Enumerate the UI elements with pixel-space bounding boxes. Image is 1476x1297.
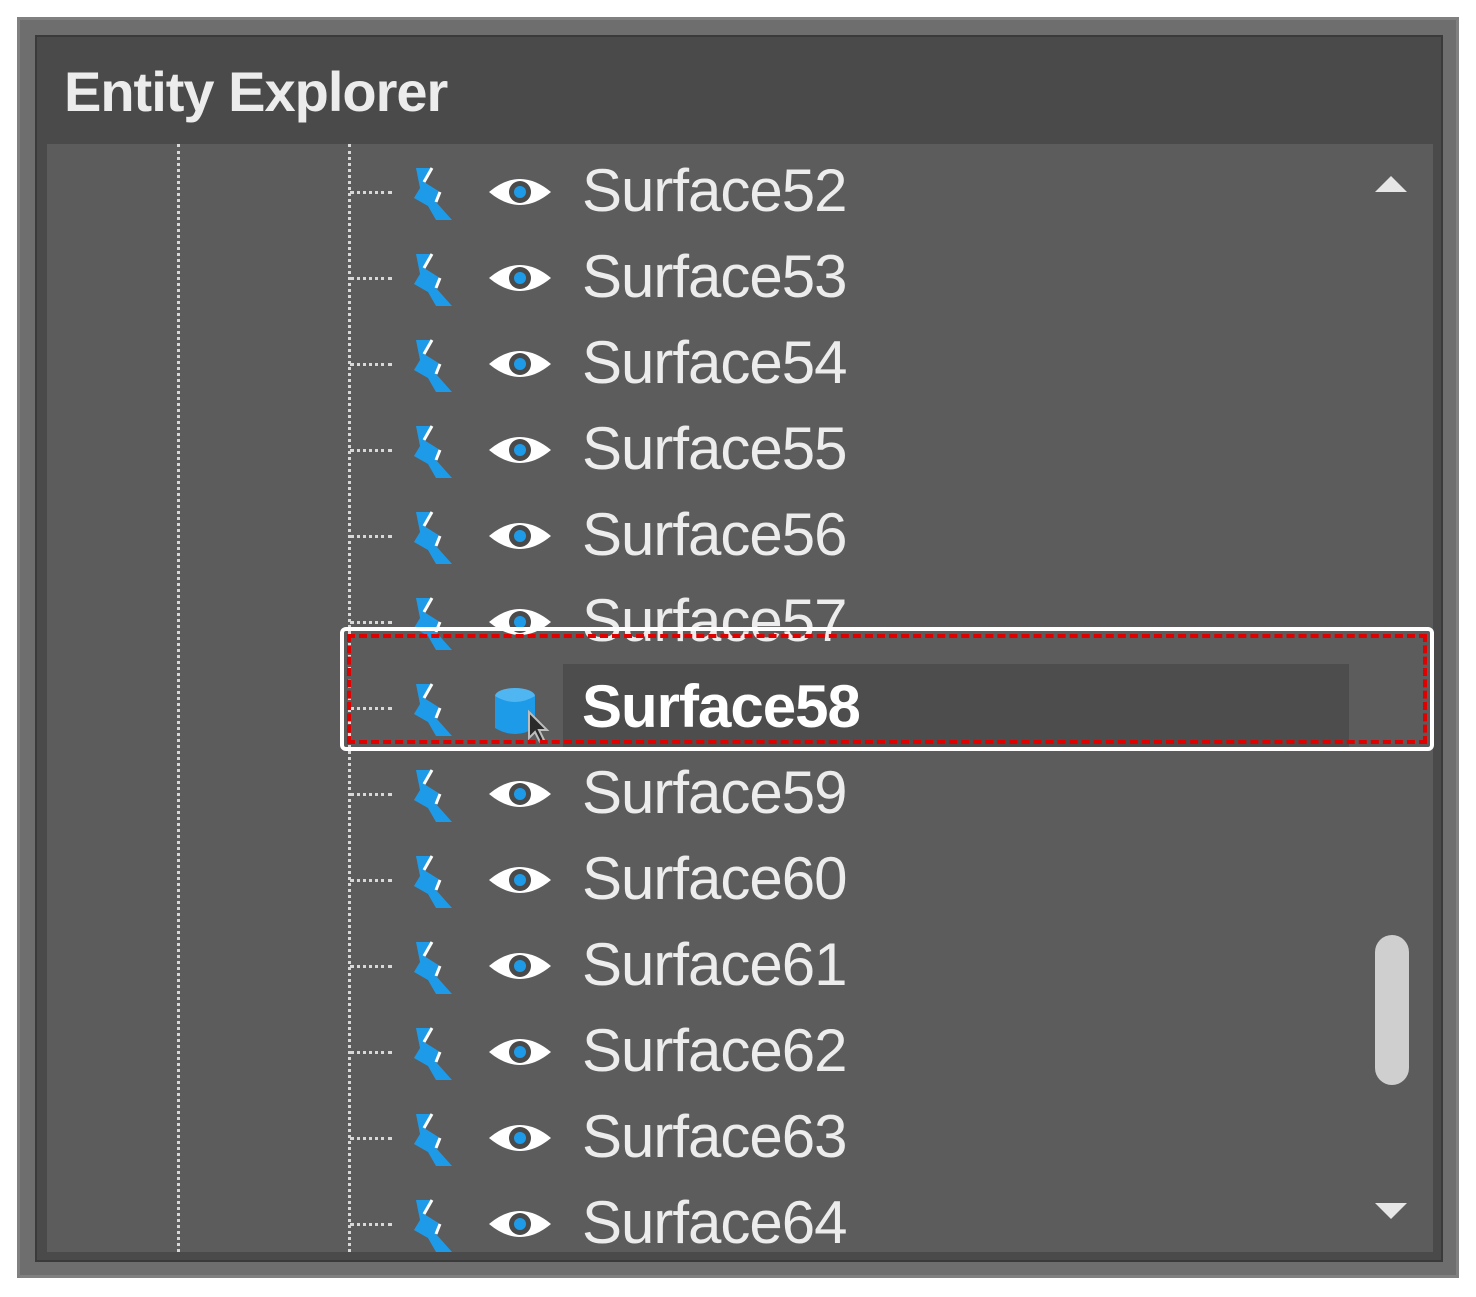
eye-icon[interactable]: [487, 1118, 553, 1158]
tree-item-selected[interactable]: Surface58: [47, 664, 1349, 750]
tree-item[interactable]: Surface61: [47, 922, 1349, 1008]
surface-icon: [414, 769, 452, 822]
tree-item-label: Surface52: [582, 157, 848, 224]
tree-item[interactable]: Surface55: [47, 406, 1349, 492]
database-cursor-icon[interactable]: [489, 682, 553, 746]
tree-connector: [350, 1051, 392, 1054]
eye-icon[interactable]: [487, 1204, 553, 1244]
surface-icon: [414, 253, 452, 306]
surface-icon: [414, 855, 452, 908]
surface-icon: [414, 167, 452, 220]
tree-item[interactable]: Surface60: [47, 836, 1349, 922]
tree-item-label: Surface61: [582, 931, 848, 998]
tree-connector: [350, 277, 392, 280]
surface-icon: [414, 1199, 452, 1252]
surface-icon: [414, 941, 452, 994]
surface-icon: [414, 1113, 452, 1166]
tree-item[interactable]: Surface52: [47, 148, 1349, 234]
tree-connector: [350, 535, 392, 538]
scrollbar-thumb[interactable]: [1375, 935, 1409, 1085]
tree-item-label: Surface54: [582, 329, 848, 396]
tree-connector: [350, 363, 392, 366]
entity-tree[interactable]: Surface52 Surface53 Surface54 Surface55 …: [47, 144, 1433, 1252]
tree-item[interactable]: Surface64: [47, 1180, 1349, 1252]
tree-connector: [350, 191, 392, 194]
surface-icon: [414, 597, 452, 650]
tree-connector: [350, 1137, 392, 1140]
panel-title: Entity Explorer: [64, 60, 448, 123]
tree-item-label: Surface59: [582, 759, 848, 826]
tree-item-label: Surface55: [582, 415, 848, 482]
tree-connector: [350, 449, 392, 452]
tree-item[interactable]: Surface57: [47, 578, 1349, 664]
eye-icon[interactable]: [487, 774, 553, 814]
tree-item-label: Surface53: [582, 243, 848, 310]
eye-icon[interactable]: [487, 344, 553, 384]
surface-icon: [414, 425, 452, 478]
tree-item-label: Surface62: [582, 1017, 848, 1084]
tree-item-label: Surface58: [582, 673, 861, 740]
tree-connector: [350, 793, 392, 796]
tree-item-label: Surface63: [582, 1103, 848, 1170]
tree-connector: [350, 621, 392, 624]
surface-icon: [414, 683, 452, 736]
tree-item-label: Surface64: [582, 1189, 848, 1252]
triangle-down-icon[interactable]: [1373, 1199, 1409, 1223]
eye-icon[interactable]: [487, 430, 553, 470]
vertical-scrollbar[interactable]: [1349, 144, 1433, 1252]
surface-icon: [414, 339, 452, 392]
tree-item-label: Surface57: [582, 587, 848, 654]
eye-icon[interactable]: [487, 172, 553, 212]
eye-icon[interactable]: [487, 946, 553, 986]
tree-item-label: Surface60: [582, 845, 848, 912]
eye-icon[interactable]: [487, 602, 553, 642]
tree-item[interactable]: Surface62: [47, 1008, 1349, 1094]
tree-content: Surface52 Surface53 Surface54 Surface55 …: [47, 144, 1349, 1252]
tree-item-label: Surface56: [582, 501, 848, 568]
triangle-up-icon[interactable]: [1373, 172, 1409, 196]
tree-connector: [350, 707, 392, 710]
eye-icon[interactable]: [487, 516, 553, 556]
tree-connector: [350, 879, 392, 882]
eye-icon[interactable]: [487, 1032, 553, 1072]
tree-item[interactable]: Surface54: [47, 320, 1349, 406]
tree-item[interactable]: Surface59: [47, 750, 1349, 836]
tree-item[interactable]: Surface53: [47, 234, 1349, 320]
tree-connector: [350, 1223, 392, 1226]
tree-connector: [350, 965, 392, 968]
surface-icon: [414, 1027, 452, 1080]
eye-icon[interactable]: [487, 258, 553, 298]
tree-item[interactable]: Surface56: [47, 492, 1349, 578]
eye-icon[interactable]: [487, 860, 553, 900]
surface-icon: [414, 511, 452, 564]
tree-item[interactable]: Surface63: [47, 1094, 1349, 1180]
